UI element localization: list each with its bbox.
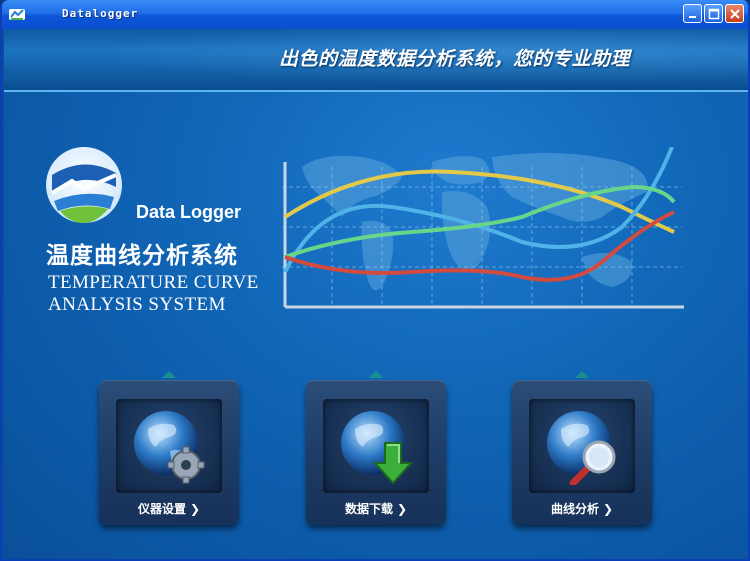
data-download-label: 数据下载 ❯ <box>344 502 408 516</box>
instrument-settings-label: 仪器设置 ❯ <box>137 502 201 516</box>
tile-indicator-icon <box>575 371 589 378</box>
maximize-button[interactable] <box>704 4 723 23</box>
header-slogan: 出色的温度数据分析系统，您的专业助理 <box>279 48 631 70</box>
tile-frame: 数据下载 ❯ <box>306 380 446 525</box>
close-button[interactable] <box>725 4 744 23</box>
main-panel: Data Logger 温度曲线分析系统 TEMPERATURE CURVE A… <box>4 92 748 559</box>
tile-frame: 仪器设置 ❯ <box>99 380 239 525</box>
window-title: Datalogger <box>62 7 139 20</box>
data-download-tile[interactable]: 数据下载 ❯ <box>306 371 446 525</box>
system-title-en-line2: ANALYSIS SYSTEM <box>48 294 226 315</box>
globe-download-icon <box>341 411 414 485</box>
tile-indicator-icon <box>162 371 176 378</box>
header-banner: 出色的温度数据分析系统，您的专业助理 <box>4 29 748 92</box>
tile-icon-well <box>323 399 429 493</box>
globe-magnifier-icon <box>547 411 616 485</box>
data-logger-logo <box>46 147 122 223</box>
chevron-right-icon: ❯ <box>602 502 614 516</box>
chevron-right-icon: ❯ <box>396 502 408 516</box>
curve-analysis-label: 曲线分析 ❯ <box>550 502 614 516</box>
logo-text: Data Logger <box>136 202 242 222</box>
app-icon <box>9 9 25 20</box>
instrument-settings-tile[interactable]: 仪器设置 ❯ <box>99 371 239 525</box>
tile-indicator-icon <box>369 371 383 378</box>
title-bar[interactable]: Datalogger <box>2 0 748 29</box>
tile-icon-well <box>116 399 222 493</box>
chevron-right-icon: ❯ <box>189 502 201 516</box>
close-icon <box>730 9 740 19</box>
globe-gear-icon <box>134 411 205 484</box>
system-title-cn: 温度曲线分析系统 <box>46 243 238 269</box>
minimize-button[interactable] <box>683 4 702 23</box>
app-window: Datalogger 出色的温度数据分析系统，您的专业助理 Data Logge… <box>0 0 750 561</box>
curve-analysis-tile[interactable]: 曲线分析 ❯ <box>512 371 652 525</box>
minimize-icon <box>689 16 696 18</box>
maximize-icon <box>708 8 720 20</box>
tile-icon-well <box>529 399 635 493</box>
temperature-curve-illustration <box>282 147 684 309</box>
system-title-en-line1: TEMPERATURE CURVE <box>48 272 259 293</box>
tile-frame: 曲线分析 ❯ <box>512 380 652 525</box>
